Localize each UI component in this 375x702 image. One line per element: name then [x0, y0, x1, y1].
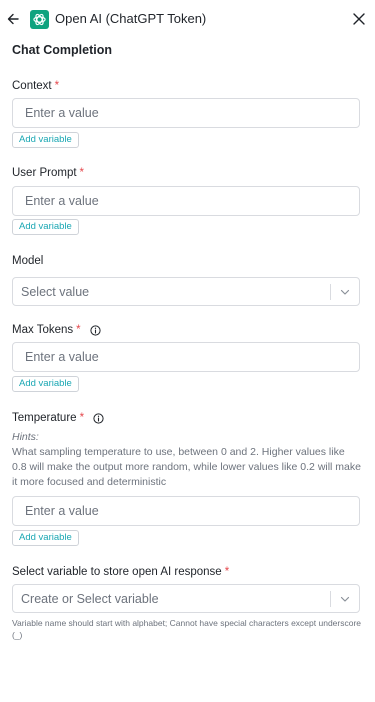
store-variable-placeholder: Create or Select variable: [21, 592, 159, 606]
max-tokens-label-text: Max Tokens: [12, 324, 74, 336]
context-add-variable-button[interactable]: Add variable: [12, 132, 79, 148]
user-prompt-field[interactable]: [12, 186, 360, 216]
chevron-down-icon[interactable]: [340, 287, 350, 297]
context-input[interactable]: [13, 99, 359, 127]
max-tokens-add-variable-button[interactable]: Add variable: [12, 376, 79, 392]
temperature-field[interactable]: [12, 496, 360, 526]
chevron-down-icon[interactable]: [340, 594, 350, 604]
context-label-text: Context: [12, 80, 52, 92]
temperature-label: Temperature *: [12, 412, 104, 424]
required-marker: *: [79, 412, 85, 424]
required-marker: *: [224, 566, 230, 578]
user-prompt-label-text: User Prompt: [12, 167, 77, 179]
close-icon[interactable]: [351, 11, 367, 27]
panel-header: Open AI (ChatGPT Token): [0, 0, 375, 38]
max-tokens-label: Max Tokens *: [12, 324, 101, 336]
openai-logo-icon: [30, 10, 49, 29]
user-prompt-add-variable-button[interactable]: Add variable: [12, 219, 79, 235]
context-field[interactable]: [12, 98, 360, 128]
required-marker: *: [54, 80, 60, 92]
select-divider: [330, 591, 331, 607]
store-variable-select[interactable]: Create or Select variable: [12, 584, 360, 613]
user-prompt-label: User Prompt *: [12, 167, 84, 179]
info-icon[interactable]: [93, 412, 104, 424]
required-marker: *: [76, 324, 81, 336]
model-select-placeholder: Select value: [21, 285, 90, 299]
context-label: Context *: [12, 80, 59, 92]
temperature-input[interactable]: [13, 497, 359, 525]
select-divider: [330, 284, 331, 300]
model-label-text: Model: [12, 255, 44, 267]
max-tokens-input[interactable]: [13, 343, 359, 371]
info-icon[interactable]: [90, 324, 101, 336]
store-variable-label-text: Select variable to store open AI respons…: [12, 566, 222, 578]
section-title: Chat Completion: [12, 43, 112, 57]
user-prompt-input[interactable]: [13, 187, 359, 215]
temperature-label-text: Temperature: [12, 412, 77, 424]
max-tokens-field[interactable]: [12, 342, 360, 372]
required-marker: *: [79, 167, 85, 179]
model-select[interactable]: Select value: [12, 277, 360, 306]
arrow-left-icon[interactable]: [6, 11, 20, 27]
model-label: Model: [12, 255, 43, 267]
store-variable-help-text: Variable name should start with alphabet…: [12, 618, 362, 640]
store-variable-label: Select variable to store open AI respons…: [12, 566, 229, 578]
temperature-hints-label: Hints:: [12, 431, 39, 443]
temperature-add-variable-button[interactable]: Add variable: [12, 530, 79, 546]
temperature-hints-text: What sampling temperature to use, betwee…: [12, 446, 361, 488]
panel-title: Open AI (ChatGPT Token): [55, 11, 207, 26]
